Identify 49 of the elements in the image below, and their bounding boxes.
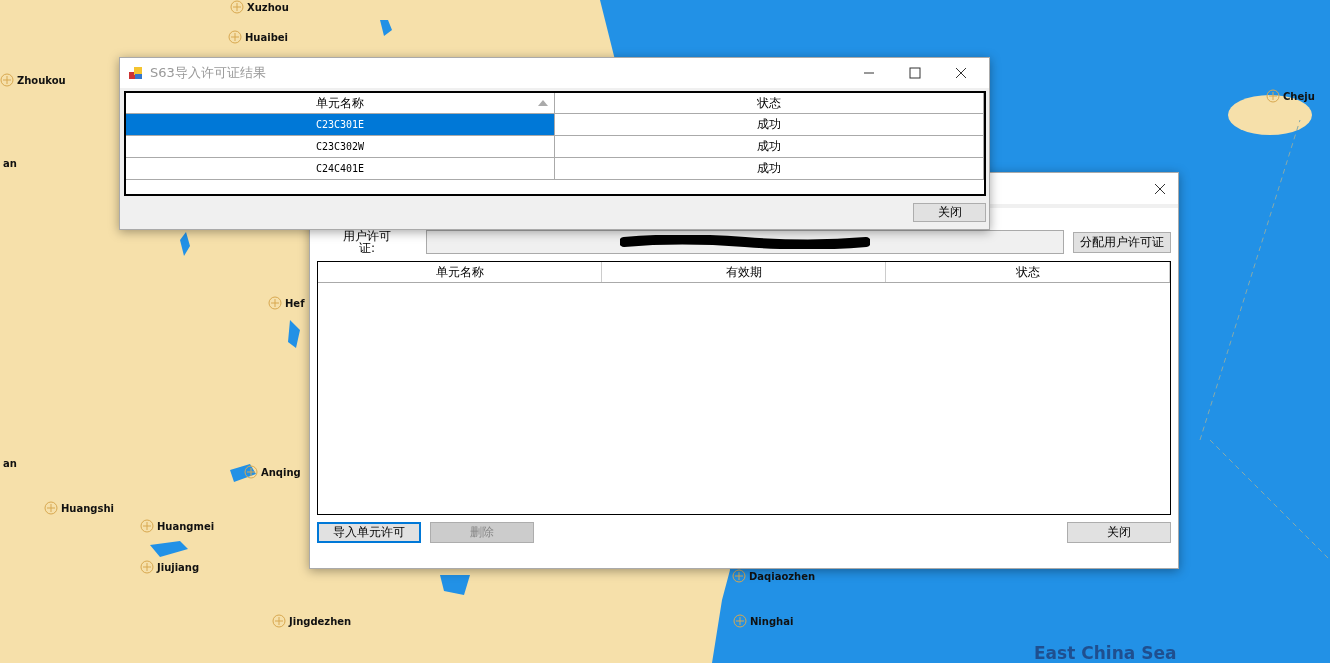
table-row[interactable]: C24C401E 成功 [126, 158, 984, 181]
window-title: S63导入许可证结果 [150, 64, 266, 83]
table-cell: 成功 [555, 158, 984, 180]
license-field[interactable] [426, 230, 1064, 254]
place-label: Huaibei [245, 31, 289, 43]
table-cell: C23C302W [126, 136, 555, 158]
place-label: Hef [285, 297, 305, 309]
city-icon [0, 73, 14, 87]
city-icon [733, 614, 747, 628]
city-icon [44, 501, 58, 515]
place-label: Jingdezhen [289, 615, 352, 627]
place-label: Daqiaozhen [749, 570, 816, 582]
close-button[interactable]: 关闭 [913, 203, 986, 222]
app-icon [128, 65, 144, 82]
table-row[interactable]: C23C302W 成功 [126, 136, 984, 159]
column-header[interactable]: 状态 [886, 262, 1170, 282]
city-icon [140, 560, 154, 574]
close-button[interactable]: 关闭 [1067, 522, 1171, 543]
city-icon [244, 465, 258, 479]
city-icon [230, 0, 244, 14]
place-label: Huangshi [61, 502, 114, 514]
table-cell: 成功 [555, 114, 984, 136]
column-header[interactable]: 有效期 [602, 262, 886, 282]
assign-button[interactable]: 分配用户许可证 [1073, 231, 1171, 253]
city-icon [1266, 89, 1280, 103]
column-header[interactable]: 单元名称 [318, 262, 602, 282]
place-label: an [3, 157, 17, 169]
city-icon [268, 296, 282, 310]
table-cell: C23C301E [126, 114, 555, 136]
city-icon [140, 519, 154, 533]
city-icon [228, 30, 242, 44]
place-label: Jiujiang [157, 561, 200, 573]
city-icon [732, 569, 746, 583]
action-button[interactable]: 导入单元许可 [317, 522, 421, 543]
city-icon [272, 614, 286, 628]
place-label: East China Sea [1034, 643, 1177, 663]
table-cell: 成功 [555, 136, 984, 158]
column-header[interactable]: 单元名称 [126, 93, 555, 114]
place-label: an [3, 457, 17, 469]
place-label: Xuzhou [247, 1, 289, 13]
table-cell: C24C401E [126, 158, 555, 180]
place-label: Zhoukou [17, 74, 66, 86]
place-label: Anqing [261, 466, 301, 478]
place-label: Ninghai [750, 615, 794, 627]
table-row[interactable]: C23C301E 成功 [126, 114, 984, 137]
column-header[interactable]: 状态 [555, 93, 984, 114]
place-label: Cheju [1283, 90, 1315, 102]
place-label: Huangmei [157, 520, 215, 532]
field-label: 用户许可证: [342, 230, 392, 254]
